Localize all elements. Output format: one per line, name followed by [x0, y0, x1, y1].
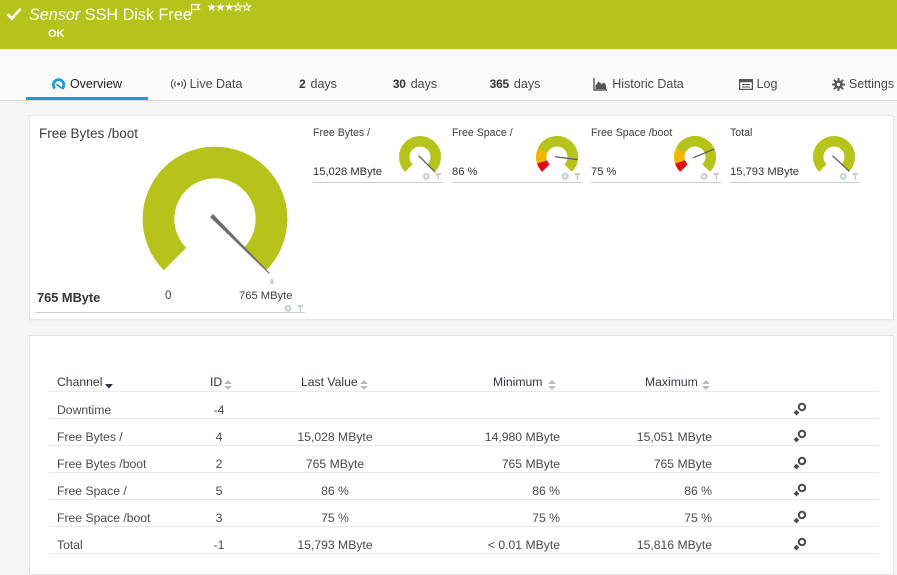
svg-text:x̄: x̄ — [270, 277, 274, 286]
